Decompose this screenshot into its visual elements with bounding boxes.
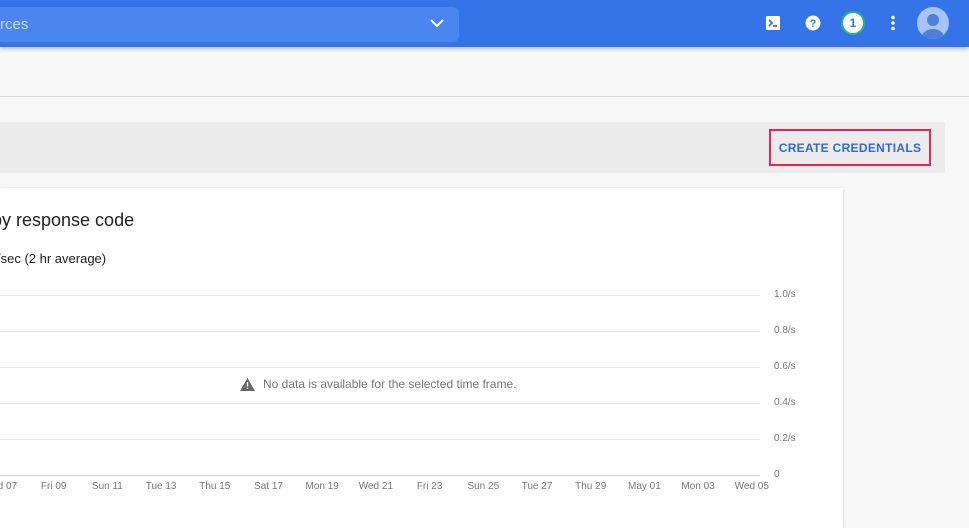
help-icon[interactable]: ? [802, 12, 824, 34]
notification-count: 1 [849, 16, 857, 30]
notifications-badge[interactable]: 1 [841, 11, 865, 35]
x-tick-label: Mon 19 [305, 481, 339, 492]
y-tick-label: 0.4/s [774, 397, 796, 408]
card-subtitle: /sec (2 hr average) [0, 251, 107, 266]
search-box[interactable]: rces [0, 7, 459, 42]
gridline [0, 439, 760, 440]
x-tick-label: Sun 11 [91, 481, 123, 492]
card-title: by response code [0, 210, 135, 230]
x-tick-label: Tue 13 [145, 481, 177, 492]
svg-text:?: ? [810, 18, 817, 30]
gridline [0, 295, 760, 296]
y-tick-label: 0.8/s [774, 325, 796, 336]
no-data-message: No data is available for the selected ti… [240, 377, 516, 391]
chevron-down-icon[interactable] [429, 15, 445, 31]
x-tick-label: Wed 05 [734, 481, 769, 492]
more-vert-icon[interactable] [882, 12, 904, 34]
x-tick-label: Wed 21 [358, 481, 394, 492]
x-tick-label: Thu 15 [199, 481, 231, 492]
y-tick-label: 0 [774, 469, 780, 480]
avatar[interactable] [917, 7, 949, 39]
x-tick-label: Thu 29 [575, 481, 607, 492]
x-tick-label: Fri 23 [416, 481, 443, 492]
search-text: rces [0, 16, 29, 33]
y-tick-label: 0.2/s [774, 433, 796, 444]
gridline [0, 331, 760, 332]
x-tick-label: Mon 03 [681, 481, 715, 492]
create-credentials-button[interactable]: CREATE CREDENTIALS [769, 129, 931, 166]
x-tick-label: Sat 17 [254, 481, 283, 492]
sub-header [0, 47, 969, 97]
x-tick-label: Fri 09 [40, 481, 67, 492]
x-tick-label: Wed 07 [0, 481, 18, 492]
no-data-text: No data is available for the selected ti… [263, 377, 517, 391]
cloud-shell-icon[interactable] [762, 12, 784, 34]
gridline [0, 475, 760, 476]
y-tick-label: 1.0/s [774, 289, 796, 300]
x-tick-label: Tue 27 [521, 481, 553, 492]
gridline [0, 367, 760, 368]
x-tick-label: Sun 25 [467, 481, 500, 492]
gridline [0, 403, 760, 404]
top-app-bar: rces ? 1 [0, 0, 969, 47]
warning-icon [240, 377, 255, 391]
y-tick-label: 0.6/s [774, 361, 796, 372]
x-tick-label: May 01 [627, 481, 661, 492]
traffic-chart-card: by response code /sec (2 hr average) 0 0.… [0, 188, 843, 528]
